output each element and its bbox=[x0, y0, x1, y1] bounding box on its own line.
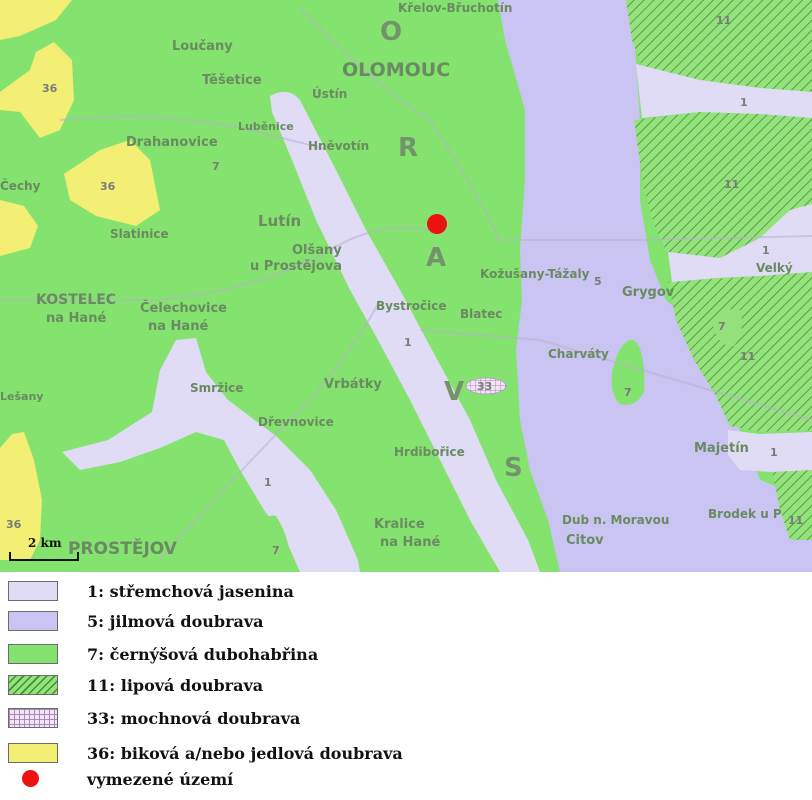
map-legend: 1: střemchová jasenina 5: jilmová doubra… bbox=[0, 572, 812, 800]
unit-number: 36 bbox=[42, 82, 58, 95]
place-label: na Hané bbox=[148, 319, 208, 334]
legend-label: 5: jilmová doubrava bbox=[87, 612, 264, 631]
place-label: Smržice bbox=[190, 381, 243, 395]
legend-dot-icon bbox=[22, 770, 39, 787]
legend-swatch bbox=[8, 743, 58, 763]
place-label: Křelov-Břuchotín bbox=[398, 1, 512, 15]
unit-number: 5 bbox=[594, 275, 602, 288]
place-label: Brodek u P bbox=[708, 507, 782, 521]
unit-number: 11 bbox=[740, 350, 755, 363]
unit-number: 36 bbox=[6, 518, 22, 531]
place-label: Čelechovice bbox=[140, 300, 227, 316]
place-label: Hněvotín bbox=[308, 139, 369, 153]
unit-number: 1 bbox=[740, 96, 748, 109]
legend-label: 11: lipová doubrava bbox=[87, 676, 264, 695]
scale-bar: 2 km bbox=[9, 536, 79, 561]
place-label: Blatec bbox=[460, 307, 502, 321]
legend-label: vymezené území bbox=[87, 770, 234, 789]
region-letter: S bbox=[504, 453, 525, 483]
unit-number: 7 bbox=[212, 160, 220, 173]
place-label: Vrbátky bbox=[324, 377, 382, 392]
place-label: Grygov bbox=[622, 285, 675, 300]
unit-number: 1 bbox=[404, 336, 412, 349]
region-letter: O bbox=[380, 17, 404, 47]
place-label: Charváty bbox=[548, 347, 609, 361]
legend-swatch bbox=[8, 581, 58, 601]
place-label: Čechy bbox=[0, 178, 41, 193]
place-label: Citov bbox=[566, 533, 604, 548]
scale-bar-label: 2 km bbox=[28, 536, 62, 550]
unit-number: 33 bbox=[477, 380, 492, 393]
place-label: Bystročice bbox=[376, 299, 447, 313]
place-label: Lešany bbox=[0, 390, 43, 403]
place-label: Těšetice bbox=[202, 73, 262, 88]
place-label: Luběnice bbox=[238, 120, 294, 133]
unit-number: 1 bbox=[762, 244, 770, 257]
unit-number: 1 bbox=[770, 446, 778, 459]
place-label: Lutín bbox=[258, 212, 301, 230]
legend-swatch bbox=[8, 644, 58, 664]
unit-number: 7 bbox=[272, 544, 280, 557]
unit-number: 11 bbox=[724, 178, 739, 191]
place-label: u Prostějova bbox=[250, 259, 342, 274]
legend-label: 1: střemchová jasenina bbox=[87, 582, 294, 601]
place-label: Ústín bbox=[312, 86, 347, 101]
place-label: Loučany bbox=[172, 39, 233, 54]
unit-number: 7 bbox=[624, 386, 632, 399]
place-label: Hrdibořice bbox=[394, 445, 465, 459]
legend-label: 36: biková a/nebo jedlová doubrava bbox=[87, 744, 403, 763]
legend-swatch bbox=[8, 675, 58, 695]
legend-swatch bbox=[8, 708, 58, 728]
region-letter: A bbox=[426, 243, 448, 273]
unit-number: 7 bbox=[718, 320, 726, 333]
vegetation-map: O R A V S OLOMOUC PROSTĚJOV Křelov-Břuch… bbox=[0, 0, 812, 572]
legend-label: 33: mochnová doubrava bbox=[87, 709, 301, 728]
legend-swatch bbox=[8, 611, 58, 631]
city-label-olomouc: OLOMOUC bbox=[342, 59, 450, 81]
unit-number: 1 bbox=[264, 476, 272, 489]
unit-number: 36 bbox=[100, 180, 116, 193]
place-label: Olšany bbox=[292, 243, 342, 258]
region-letter: R bbox=[398, 133, 420, 163]
area-marker bbox=[427, 214, 447, 234]
place-label: Velký bbox=[756, 261, 793, 275]
unit-number: 11 bbox=[716, 14, 731, 27]
place-label: na Hané bbox=[380, 535, 440, 550]
place-label: Kožušany-Tážaly bbox=[480, 267, 590, 281]
place-label: Slatinice bbox=[110, 227, 169, 241]
place-label: Dub n. Moravou bbox=[562, 513, 669, 527]
city-label-prostejov: PROSTĚJOV bbox=[68, 537, 178, 559]
place-label: KOSTELEC bbox=[36, 292, 116, 308]
legend-label: 7: černýšová dubohabřina bbox=[87, 645, 319, 664]
place-label: Kralice bbox=[374, 517, 425, 532]
place-label: Majetín bbox=[694, 441, 749, 456]
place-label: na Hané bbox=[46, 311, 106, 326]
place-label: Drahanovice bbox=[126, 135, 218, 150]
unit-number: 11 bbox=[788, 514, 803, 527]
place-label: Dřevnovice bbox=[258, 415, 334, 429]
region-letter: V bbox=[444, 377, 466, 407]
